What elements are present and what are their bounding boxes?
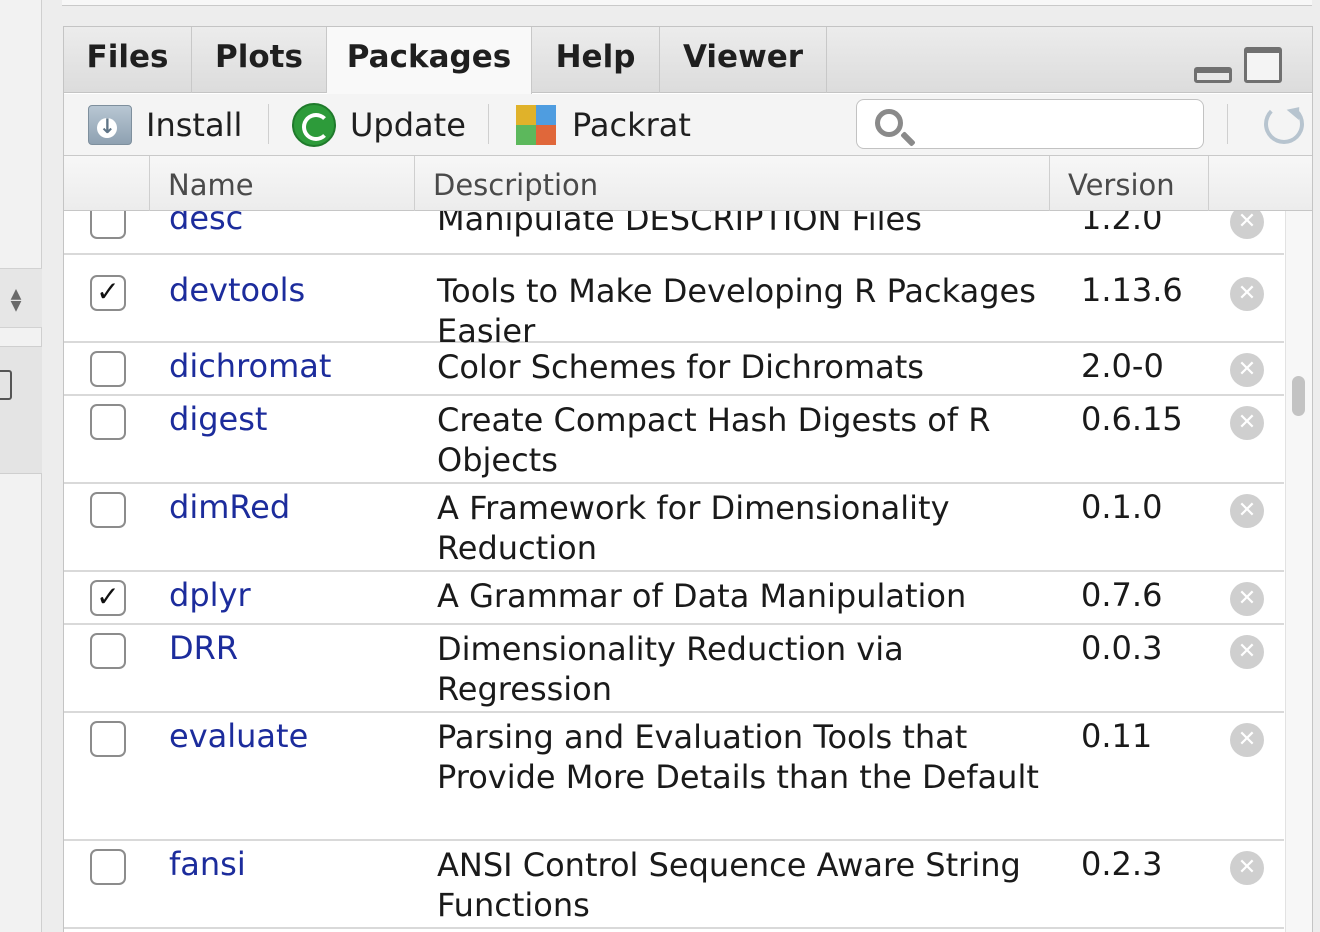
- package-version: 0.6.15: [1081, 400, 1183, 438]
- search-icon: [875, 109, 903, 137]
- packrat-button[interactable]: Packrat: [516, 94, 691, 156]
- package-checkbox[interactable]: [90, 721, 126, 757]
- remove-package-icon[interactable]: ✕: [1230, 277, 1264, 311]
- upper-pane-edge: [62, 0, 1312, 6]
- remove-package-icon[interactable]: ✕: [1230, 851, 1264, 885]
- scrollbar-thumb[interactable]: [1292, 376, 1305, 416]
- remove-package-icon[interactable]: ✕: [1230, 353, 1264, 387]
- package-version: 2.0-0: [1081, 347, 1164, 385]
- toolbar-divider: [268, 104, 269, 144]
- install-button[interactable]: Install: [88, 94, 242, 156]
- package-checkbox[interactable]: [90, 633, 126, 669]
- table-row: dichromat Color Schemes for Dichromats 2…: [64, 343, 1284, 396]
- package-checkbox[interactable]: [90, 351, 126, 387]
- package-name-link[interactable]: devtools: [169, 271, 305, 309]
- window-icon[interactable]: [0, 370, 12, 400]
- package-name-link[interactable]: DRR: [169, 629, 238, 667]
- package-description: Manipulate DESCRIPTION Files: [437, 211, 922, 238]
- package-name-link[interactable]: desc: [169, 211, 243, 237]
- package-description: A Framework for Dimensionality Reduction: [437, 489, 950, 567]
- toolbar-divider: [488, 104, 489, 144]
- tab-help[interactable]: Help: [532, 27, 660, 93]
- package-table-header: Name Description Version: [64, 156, 1312, 211]
- remove-package-icon[interactable]: ✕: [1230, 494, 1264, 528]
- update-button[interactable]: Update: [292, 94, 466, 156]
- remove-package-icon[interactable]: ✕: [1230, 406, 1264, 440]
- left-pane-stub: [0, 346, 42, 474]
- package-version: 0.1.0: [1081, 488, 1163, 526]
- packrat-icon: [516, 105, 558, 145]
- tab-viewer[interactable]: Viewer: [660, 27, 827, 93]
- header-checkbox-column: [64, 156, 150, 211]
- splitter-arrows-icon[interactable]: ▲ ▼: [6, 287, 26, 316]
- refresh-icon[interactable]: [1264, 104, 1304, 144]
- tab-packages[interactable]: Packages: [327, 27, 532, 94]
- minimize-pane-icon[interactable]: [1194, 67, 1232, 83]
- package-description: Color Schemes for Dichromats: [437, 348, 924, 386]
- search-input[interactable]: [917, 106, 1187, 142]
- package-version: 0.2.3: [1081, 845, 1163, 883]
- package-name-link[interactable]: digest: [169, 400, 267, 438]
- package-name-link[interactable]: dichromat: [169, 347, 331, 385]
- remove-package-icon[interactable]: ✕: [1230, 635, 1264, 669]
- table-row: fansi ANSI Control Sequence Aware String…: [64, 841, 1284, 929]
- package-checkbox[interactable]: ✓: [90, 580, 126, 616]
- packages-toolbar: Install Update Packrat: [64, 94, 1312, 156]
- package-name-link[interactable]: fansi: [169, 845, 246, 883]
- package-search[interactable]: [856, 99, 1204, 149]
- tab-plots[interactable]: Plots: [192, 27, 327, 93]
- package-description: A Grammar of Data Manipulation: [437, 577, 967, 615]
- update-label: Update: [350, 106, 466, 144]
- package-description: ANSI Control Sequence Aware String Funct…: [437, 846, 1021, 924]
- package-checkbox[interactable]: [90, 492, 126, 528]
- package-version: 0.11: [1081, 717, 1153, 755]
- remove-package-icon[interactable]: ✕: [1230, 582, 1264, 616]
- package-description: Parsing and Evaluation Tools that Provid…: [437, 718, 1039, 796]
- packrat-label: Packrat: [572, 106, 691, 144]
- package-name-link[interactable]: evaluate: [169, 717, 308, 755]
- table-row: ✓ devtools Tools to Make Developing R Pa…: [64, 255, 1284, 350]
- remove-package-icon[interactable]: ✕: [1230, 211, 1264, 239]
- table-row: desc Manipulate DESCRIPTION Files 1.2.0 …: [64, 211, 1284, 255]
- pane-tabbar: Files Plots Packages Help Viewer: [64, 27, 1312, 94]
- header-description[interactable]: Description: [415, 156, 1050, 211]
- table-row: ✓ dplyr A Grammar of Data Manipulation 0…: [64, 572, 1284, 625]
- vertical-scrollbar[interactable]: [1285, 211, 1312, 932]
- package-description: Dimensionality Reduction via Regression: [437, 630, 904, 708]
- header-version[interactable]: Version: [1050, 156, 1209, 211]
- remove-package-icon[interactable]: ✕: [1230, 723, 1264, 757]
- update-icon: [292, 103, 336, 147]
- package-version: 1.2.0: [1081, 211, 1163, 237]
- maximize-pane-icon[interactable]: [1244, 47, 1282, 83]
- table-row: DRR Dimensionality Reduction via Regress…: [64, 625, 1284, 713]
- install-icon: [88, 105, 132, 145]
- package-checkbox[interactable]: [90, 211, 126, 239]
- package-name-link[interactable]: dimRed: [169, 488, 290, 526]
- table-row: evaluate Parsing and Evaluation Tools th…: [64, 713, 1284, 841]
- table-row: digest Create Compact Hash Digests of R …: [64, 396, 1284, 484]
- tab-files[interactable]: Files: [64, 27, 192, 93]
- header-name[interactable]: Name: [150, 156, 415, 211]
- package-checkbox[interactable]: [90, 404, 126, 440]
- package-description: Tools to Make Developing R Packages Easi…: [437, 272, 1036, 350]
- package-table-body: desc Manipulate DESCRIPTION Files 1.2.0 …: [64, 211, 1284, 932]
- packages-pane: Files Plots Packages Help Viewer Install…: [63, 26, 1313, 932]
- install-label: Install: [146, 106, 243, 144]
- package-version: 0.0.3: [1081, 629, 1163, 667]
- package-checkbox[interactable]: ✓: [90, 275, 126, 311]
- package-version: 0.7.6: [1081, 576, 1163, 614]
- package-name-link[interactable]: dplyr: [169, 576, 251, 614]
- table-row: dimRed A Framework for Dimensionality Re…: [64, 484, 1284, 572]
- package-version: 1.13.6: [1081, 271, 1183, 309]
- package-description: Create Compact Hash Digests of R Objects: [437, 401, 991, 479]
- toolbar-divider: [1227, 104, 1228, 144]
- package-checkbox[interactable]: [90, 849, 126, 885]
